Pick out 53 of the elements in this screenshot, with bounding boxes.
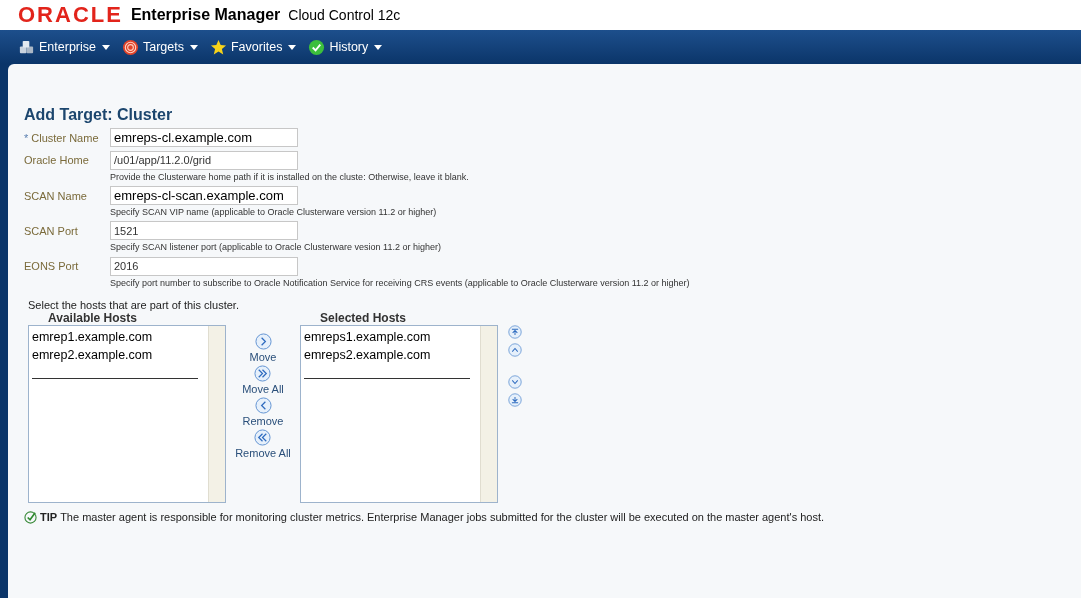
field-label: Oracle Home <box>24 154 89 166</box>
move-bottom-icon[interactable] <box>508 392 522 407</box>
product-name: Enterprise Manager <box>130 6 281 24</box>
move-down-icon[interactable] <box>508 374 522 389</box>
field-hint: Specify port number to subscribe to Oracle Notification Service for receiving CRS events (applicable to Oracle Clusterware version 11.2 or higher) <box>110 277 690 288</box>
list-title: Selected Hosts <box>319 310 408 325</box>
menu-button[interactable]: Enterprise <box>16 36 112 58</box>
caret-icon <box>374 44 383 50</box>
list-item[interactable]: emreps2.example.com <box>304 345 477 364</box>
text-field[interactable]: 2016 <box>110 256 298 276</box>
star-icon <box>210 38 227 56</box>
shuttle-button[interactable]: Move All <box>242 364 284 395</box>
required-marker: * <box>24 132 29 144</box>
text-field[interactable]: 1521 <box>110 221 298 240</box>
scrollbar[interactable] <box>208 325 225 502</box>
product-edition: Cloud Control 12c <box>288 7 401 23</box>
caret-icon <box>102 44 110 50</box>
field-label: SCAN Name <box>24 189 87 202</box>
list-item[interactable]: emreps1.example.com <box>304 327 477 346</box>
caret-icon <box>288 44 297 50</box>
text-field[interactable]: /u01/app/11.2.0/grid <box>110 150 298 170</box>
cubes-icon <box>18 38 35 56</box>
menu-button[interactable]: Favorites <box>208 36 299 58</box>
page-title: Add Target: Cluster <box>24 106 174 124</box>
caret-icon <box>190 44 198 50</box>
text-field[interactable]: emreps-cl.example.com <box>110 128 298 147</box>
list-item[interactable]: emrep1.example.com <box>32 327 205 346</box>
field-label: Cluster Name <box>31 132 99 144</box>
field-hint: Specify SCAN VIP name (applicable to Oracle Clusterware version 11.2 or higher) <box>110 206 437 217</box>
shuttle-button[interactable]: Remove <box>242 396 284 427</box>
shuttle-button[interactable]: Remove All <box>235 428 291 459</box>
selected-hosts-list[interactable]: emreps1.example.com emreps2.example.com <box>300 324 498 503</box>
tip-text: The master agent is responsible for monitoring cluster metrics. Enterprise Manager jobs submitted for the cluster will be executed on the master agent's host. <box>60 511 825 523</box>
hosts-instruction: Select the hosts that are part of this cluster. <box>28 298 240 311</box>
move-up-icon[interactable] <box>508 342 522 357</box>
text-field[interactable]: emreps-cl-scan.example.com <box>110 185 298 205</box>
oracle-logo: ORACLE <box>18 2 123 28</box>
field-hint: Provide the Clusterware home path if it is installed on the cluste: Otherwise, leave it blank. <box>110 171 469 182</box>
target-icon <box>122 38 139 56</box>
tip-label: TIP <box>40 511 58 523</box>
field-label: EONS Port <box>24 260 79 272</box>
scrollbar[interactable] <box>480 325 497 502</box>
available-hosts-list[interactable]: emrep1.example.com emrep2.example.com <box>28 324 226 503</box>
move-top-icon[interactable] <box>508 324 522 339</box>
menu-button[interactable]: Targets <box>120 36 200 58</box>
list-item[interactable]: emrep2.example.com <box>32 345 205 364</box>
field-hint: Specify SCAN listener port (applicable to Oracle Clusterware vesion 11.2 or higher) <box>110 242 441 252</box>
list-title: Available Hosts <box>47 310 138 325</box>
check-circle-icon <box>308 38 326 56</box>
menu-button[interactable]: History <box>306 36 385 58</box>
shuttle-button[interactable]: Move <box>249 332 277 363</box>
check-icon <box>24 510 37 524</box>
field-label: SCAN Port <box>24 224 78 237</box>
